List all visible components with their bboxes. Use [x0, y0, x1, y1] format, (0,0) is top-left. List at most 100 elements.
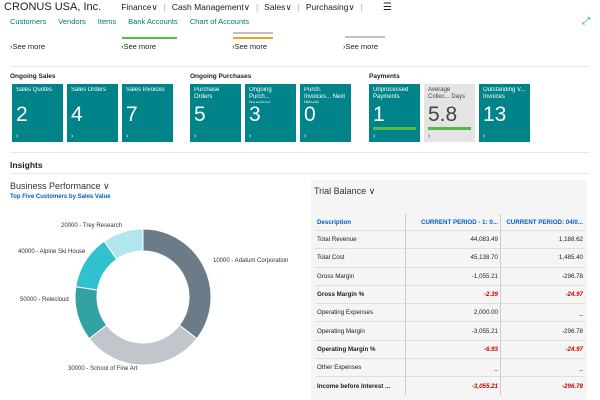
- nav-link-bank-accounts[interactable]: Bank Accounts: [128, 17, 178, 26]
- see-more-link[interactable]: ›See more: [343, 42, 378, 51]
- see-more-link[interactable]: ›See more: [232, 42, 267, 51]
- tile-average-collection-days[interactable]: Average Collec... Days 5.8 ›: [424, 84, 475, 142]
- menu-separator: |: [360, 2, 363, 12]
- row-value-previous-period[interactable]: -2.39: [405, 284, 501, 304]
- row-value-previous-period[interactable]: -1,055.21: [405, 266, 501, 286]
- table-row[interactable]: Income before Interest ... -3,055.21 -296.…: [315, 376, 585, 395]
- table-row[interactable]: Total Cost 45,138.70 1,485.40: [315, 248, 585, 268]
- tile-sales-quotes[interactable]: Sales Quotes 2 ›: [12, 84, 63, 142]
- business-performance-title[interactable]: Business Performance ∨: [10, 181, 110, 192]
- see-more-link[interactable]: ›See more: [10, 42, 45, 51]
- chevron-right-icon: ›: [16, 133, 19, 140]
- row-description: Operating Expenses: [315, 303, 406, 322]
- chevron-down-icon: ∨: [100, 181, 110, 191]
- row-description: Gross Margin %: [315, 284, 406, 304]
- row-value-previous-period[interactable]: 45,138.70: [405, 248, 501, 268]
- table-row[interactable]: Gross Margin % -2.39 -24.97: [315, 284, 585, 304]
- row-value-previous-period[interactable]: -3,055.21: [405, 321, 501, 341]
- chevron-right-icon: ›: [126, 133, 129, 140]
- table-row[interactable]: Operating Margin % -6.93 -24.97: [315, 339, 585, 359]
- chevron-right-icon: ›: [373, 133, 376, 140]
- tile-outstanding-vendor-invoices[interactable]: Outstanding V... Invoices 13 ›: [479, 84, 530, 142]
- chevron-down-icon: ∨: [151, 1, 158, 12]
- row-description: Gross Margin: [315, 266, 406, 286]
- nav-links: Customers Vendors Items Bank Accounts Ch…: [10, 17, 249, 26]
- group-title-ongoing-purchases: Ongoing Purchases: [190, 73, 252, 80]
- table-row[interactable]: Total Revenue 44,083.49 1,188.62: [315, 229, 585, 249]
- menu-sales[interactable]: Sales∨: [264, 2, 292, 13]
- row-value-current-period[interactable]: -296.78: [500, 321, 585, 341]
- tile-purchase-invoices-next-week[interactable]: Purch. Invoices... Next Week 0 ›: [300, 84, 351, 142]
- row-description: Income before Interest ...: [315, 376, 406, 395]
- company-name[interactable]: CRONUS USA, Inc.: [0, 1, 101, 13]
- menu-cash-management[interactable]: Cash Management∨: [172, 2, 250, 13]
- row-value-current-period[interactable]: -24.97: [500, 339, 585, 359]
- row-value-current-period[interactable]: -296.78: [500, 266, 585, 286]
- menu-separator: |: [255, 2, 259, 12]
- divider: [10, 152, 590, 153]
- nav-link-items[interactable]: Items: [98, 17, 116, 26]
- chevron-right-icon: ›: [71, 133, 74, 140]
- divider: [10, 173, 590, 174]
- row-value-previous-period[interactable]: -3,055.21: [405, 376, 501, 395]
- column-header-description[interactable]: Description: [315, 214, 406, 231]
- chevron-right-icon: ›: [304, 133, 307, 140]
- menu-separator: |: [297, 2, 300, 12]
- row-value-current-period[interactable]: -296.78: [500, 376, 585, 395]
- row-value-previous-period[interactable]: -6.93: [405, 339, 501, 359]
- row-value-current-period[interactable]: _: [500, 358, 585, 377]
- table-row[interactable]: Operating Expenses 2,000.00 _: [315, 303, 585, 322]
- table-row[interactable]: Gross Margin -1,055.21 -296.78: [315, 266, 585, 286]
- row-value-previous-period[interactable]: _: [405, 358, 501, 377]
- nav-link-chart-of-accounts[interactable]: Chart of Accounts: [190, 17, 249, 26]
- menu-purchasing[interactable]: Purchasing∨: [306, 2, 355, 13]
- donut-slice[interactable]: [88, 324, 198, 366]
- donut-label: 30000 - School of Fine Art: [68, 366, 138, 372]
- donut-slice[interactable]: [142, 228, 212, 340]
- trial-balance-title[interactable]: Trial Balance ∨: [314, 186, 375, 197]
- hamburger-menu-icon[interactable]: ☰: [383, 2, 392, 13]
- trial-balance-panel: Trial Balance ∨ Description CURRENT PERI…: [311, 180, 587, 400]
- menu-separator: |: [163, 2, 166, 12]
- row-description: Other Expenses: [315, 358, 406, 377]
- trial-balance-rows: Total Revenue 44,083.49 1,188.62 Total Cost…: [315, 229, 585, 395]
- row-value-previous-period[interactable]: 2,000.00: [405, 303, 501, 322]
- row-description: Total Revenue: [315, 229, 406, 249]
- chevron-down-icon: ∨: [366, 186, 376, 196]
- nav-link-vendors[interactable]: Vendors: [58, 17, 86, 26]
- trial-balance-table: Description CURRENT PERIOD - 1: 0... CUR…: [315, 214, 585, 395]
- tile-purchase-orders[interactable]: Purchase Orders 5 ›: [190, 84, 241, 142]
- table-row[interactable]: Operating Margin -3,055.21 -296.78: [315, 321, 585, 341]
- kpi-bar-grey: [345, 36, 385, 38]
- menu-finance[interactable]: Finance∨: [121, 2, 157, 13]
- row-value-current-period[interactable]: 1,485.40: [500, 248, 585, 268]
- table-row[interactable]: Other Expenses _ _: [315, 358, 585, 377]
- top-menu: Finance∨ | Cash Management∨ | Sales∨ | P…: [121, 2, 392, 13]
- column-header-current-period[interactable]: CURRENT PERIOD: 04/0...: [500, 214, 585, 231]
- donut-label: 40000 - Alpine Ski House: [18, 249, 86, 255]
- row-value-current-period[interactable]: _: [500, 303, 585, 322]
- column-header-previous-period[interactable]: CURRENT PERIOD - 1: 0...: [405, 214, 501, 231]
- row-value-previous-period[interactable]: 44,083.49: [405, 229, 501, 249]
- tile-sales-orders[interactable]: Sales Orders 4 ›: [67, 84, 118, 142]
- see-more-link[interactable]: ›See more: [121, 42, 156, 51]
- row-description: Operating Margin %: [315, 339, 406, 359]
- row-value-current-period[interactable]: -24.97: [500, 284, 585, 304]
- top-bar: CRONUS USA, Inc. Finance∨ | Cash Managem…: [0, 0, 600, 14]
- tile-sales-invoices[interactable]: Sales Invoices 7 ›: [122, 84, 173, 142]
- tile-unprocessed-payments[interactable]: Unprocessed Payments 1 ›: [369, 84, 420, 142]
- row-value-current-period[interactable]: 1,188.62: [500, 229, 585, 249]
- chevron-right-icon: ›: [428, 133, 431, 140]
- kpi-bar-green: [122, 37, 177, 39]
- kpi-bar-grey: [233, 32, 273, 34]
- chevron-down-icon: ∨: [243, 1, 250, 12]
- tile-ongoing-purchase-invoices[interactable]: Ongoing Purch... Invoices 3 ›: [245, 84, 296, 142]
- chevron-right-icon: ›: [194, 133, 197, 140]
- row-description: Operating Margin: [315, 321, 406, 341]
- kpi-bar-amber: [233, 37, 273, 39]
- donut-label: 10000 - Adatum Corporation: [213, 258, 289, 264]
- nav-link-customers[interactable]: Customers: [10, 17, 46, 26]
- group-title-payments: Payments: [369, 73, 400, 80]
- donut-label: 50000 - Relecloud: [20, 297, 69, 303]
- expand-icon[interactable]: ⤢: [582, 16, 590, 27]
